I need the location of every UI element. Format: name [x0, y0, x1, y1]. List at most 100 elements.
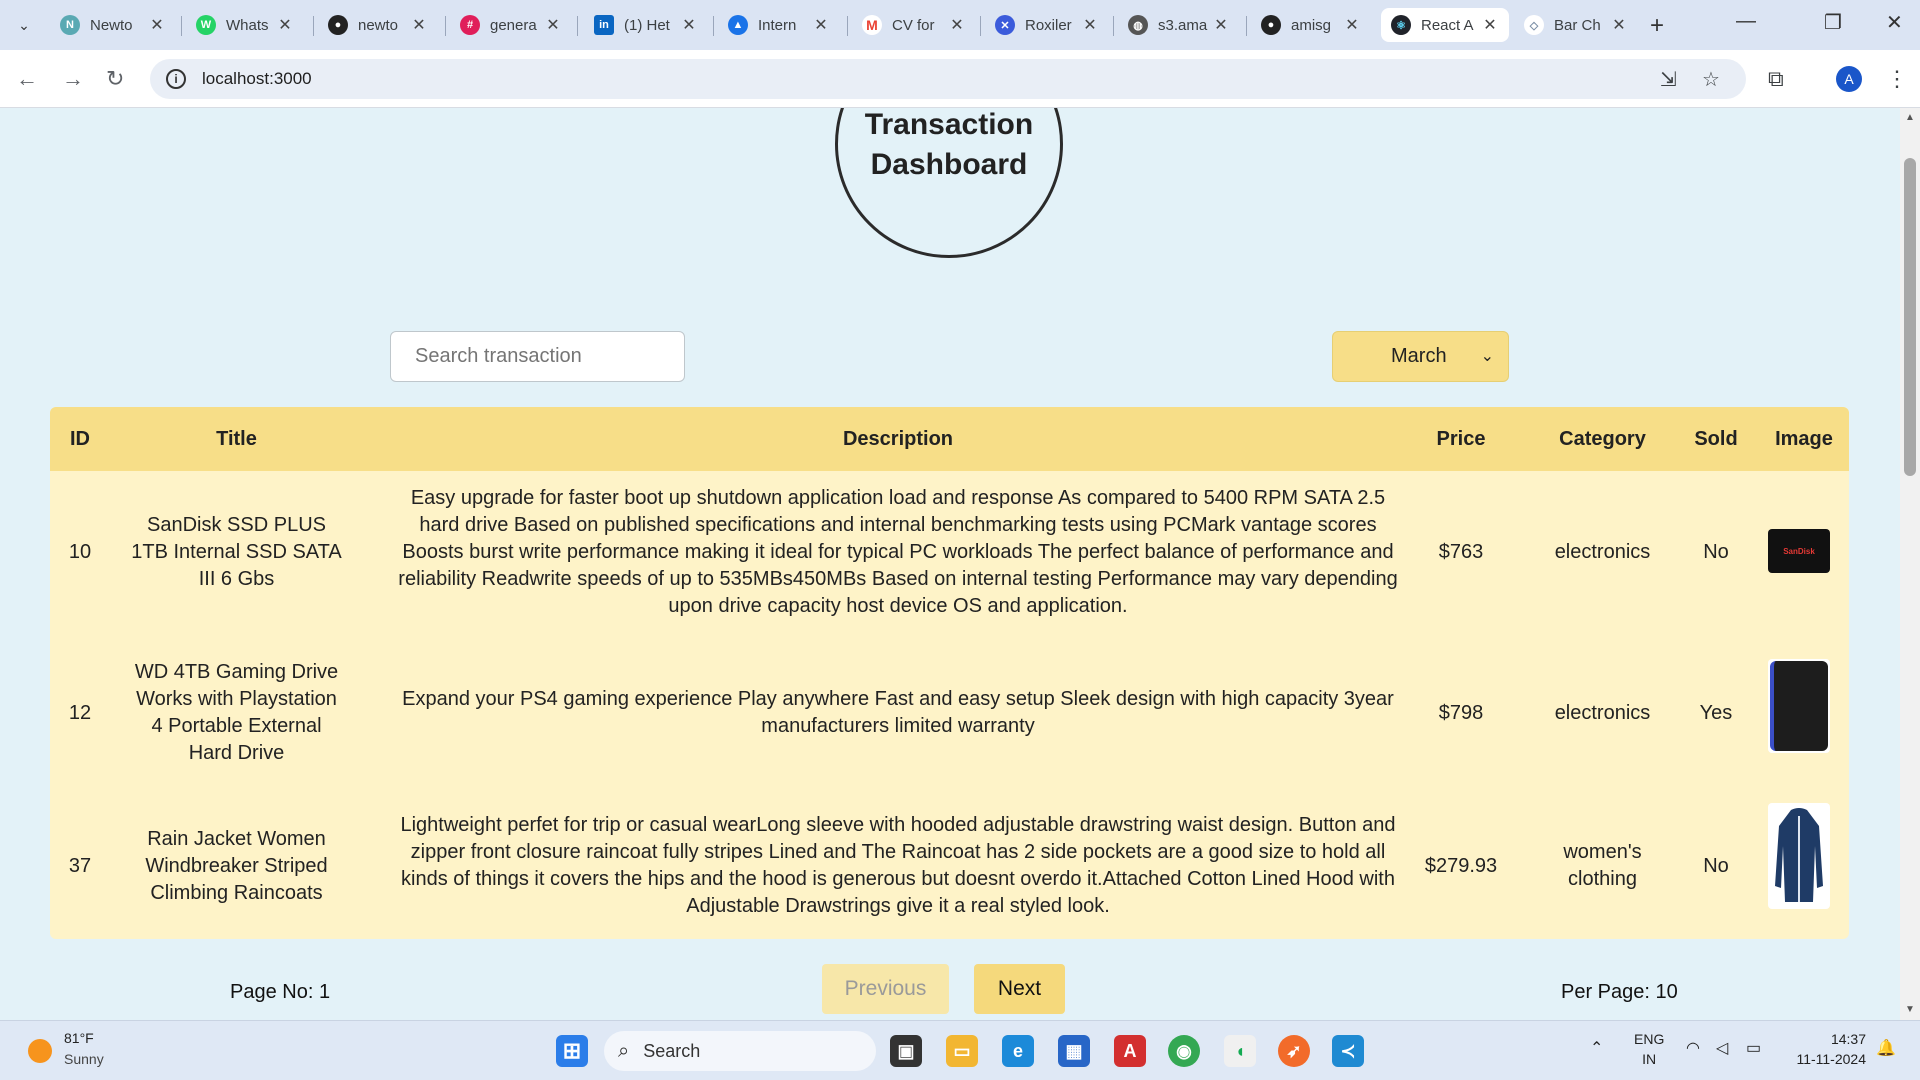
column-header-category: Category: [1559, 427, 1646, 450]
taskbar-search[interactable]: ⌕ Search: [604, 1031, 876, 1071]
clock-date: 11-11-2024: [1796, 1051, 1866, 1067]
restore-icon[interactable]: ❐: [1824, 10, 1842, 35]
close-tab-icon[interactable]: ✕: [148, 15, 166, 35]
browser-tab[interactable]: in (1) Het ✕: [584, 8, 708, 42]
cell-title: Rain Jacket Women Windbreaker Striped Cl…: [145, 827, 328, 904]
notification-bell-icon[interactable]: 🔔: [1876, 1039, 1896, 1059]
browser-tab[interactable]: N Newto ✕: [50, 8, 176, 42]
browser-tab[interactable]: ▲ Intern ✕: [718, 8, 840, 42]
month-select[interactable]: March ⌄: [1332, 331, 1509, 382]
tab-title: genera: [490, 16, 537, 34]
gmail-icon: M: [862, 15, 882, 35]
bookmark-star-icon[interactable]: ☆: [1702, 67, 1720, 92]
search-input[interactable]: [390, 331, 685, 382]
clock[interactable]: 14:37 11-11-2024: [1786, 1029, 1866, 1069]
store-icon[interactable]: ▦: [1058, 1035, 1090, 1067]
scrollbar-thumb[interactable]: [1904, 158, 1916, 476]
close-tab-icon[interactable]: ✕: [948, 15, 966, 35]
close-tab-icon[interactable]: ✕: [812, 15, 830, 35]
tab-title: (1) Het: [624, 16, 670, 34]
windows-taskbar: 81°F Sunny ⊞ ⌕ Search ▣ ▭ e ▦ A ◉ ◖ ➶ ≺ …: [0, 1020, 1920, 1080]
windows-start-icon[interactable]: ⊞: [556, 1035, 588, 1067]
cell-description: Lightweight perfet for trip or casual we…: [400, 814, 1396, 917]
browser-menu-icon[interactable]: ⋮: [1886, 66, 1908, 92]
product-image-ssd: SanDisk: [1768, 529, 1830, 573]
close-tab-icon[interactable]: ✕: [1481, 15, 1499, 35]
close-window-icon[interactable]: ✕: [1886, 10, 1903, 35]
close-tab-icon[interactable]: ✕: [680, 15, 698, 35]
language-indicator[interactable]: ENG IN: [1634, 1029, 1664, 1069]
browser-tab[interactable]: M CV for ✕: [852, 8, 976, 42]
close-tab-icon[interactable]: ✕: [1610, 15, 1628, 35]
close-tab-icon[interactable]: ✕: [1081, 15, 1099, 35]
table-row: 37 Rain Jacket Women Windbreaker Striped…: [50, 793, 1849, 939]
cell-description: Expand your PS4 gaming experience Play a…: [402, 688, 1394, 737]
volume-icon[interactable]: ◁: [1716, 1039, 1728, 1059]
mongodb-icon[interactable]: ◖: [1224, 1035, 1256, 1067]
url-field[interactable]: i localhost:3000 ⇲ ☆: [150, 59, 1746, 99]
browser-tab[interactable]: ◇ Bar Ch ✕: [1514, 8, 1638, 42]
cell-category: electronics: [1554, 701, 1651, 724]
scroll-up-icon[interactable]: ▲: [1905, 112, 1915, 123]
browser-tab[interactable]: ● amisg ✕: [1251, 8, 1371, 42]
column-header-image: Image: [1775, 427, 1833, 450]
tab-title: React A: [1421, 16, 1474, 34]
wifi-icon[interactable]: ◠: [1686, 1039, 1700, 1059]
language-code: ENG: [1634, 1031, 1665, 1047]
profile-avatar[interactable]: A: [1836, 66, 1862, 92]
tab-title: Newto: [90, 16, 133, 34]
browser-tab-active[interactable]: ⚛ React A ✕: [1381, 8, 1509, 42]
browser-tab[interactable]: # genera ✕: [450, 8, 572, 42]
cell-id: 10: [68, 540, 92, 563]
tab-title: Roxiler: [1025, 16, 1072, 34]
chrome-icon[interactable]: ◉: [1168, 1035, 1200, 1067]
minimize-icon[interactable]: —: [1736, 10, 1756, 33]
reload-icon[interactable]: ↻: [106, 66, 124, 92]
browser-tab[interactable]: W Whats ✕: [186, 8, 304, 42]
search-icon: ⌕: [618, 1039, 630, 1062]
scroll-down-icon[interactable]: ▼: [1905, 1004, 1915, 1015]
close-tab-icon[interactable]: ✕: [410, 15, 428, 35]
close-tab-icon[interactable]: ✕: [1212, 15, 1230, 35]
show-hidden-icons-icon[interactable]: ⌃: [1590, 1039, 1603, 1059]
postman-icon[interactable]: ➶: [1278, 1035, 1310, 1067]
column-header-id: ID: [70, 427, 90, 450]
edge-icon[interactable]: e: [1002, 1035, 1034, 1067]
column-header-description: Description: [842, 427, 954, 450]
tab-search-chevron-icon[interactable]: ⌄: [10, 11, 38, 39]
task-view-icon[interactable]: ▣: [890, 1035, 922, 1067]
forward-icon[interactable]: →: [62, 66, 84, 92]
title-circle: Transaction Dashboard: [835, 108, 1063, 258]
vscode-icon[interactable]: ≺: [1332, 1035, 1364, 1067]
close-tab-icon[interactable]: ✕: [544, 15, 562, 35]
battery-icon[interactable]: ▭: [1746, 1039, 1761, 1059]
previous-button[interactable]: Previous: [822, 964, 949, 1014]
weather-temperature: 81°F: [64, 1030, 94, 1046]
back-icon[interactable]: ←: [16, 66, 38, 92]
month-selected-value: March: [1391, 345, 1447, 367]
tab-title: CV for: [892, 16, 935, 34]
browser-tab[interactable]: ● newto ✕: [318, 8, 438, 42]
close-tab-icon[interactable]: ✕: [276, 15, 294, 35]
react-icon: ⚛: [1391, 15, 1411, 35]
close-tab-icon[interactable]: ✕: [1343, 15, 1361, 35]
tab-title: newto: [358, 16, 399, 34]
browser-tab[interactable]: ✕ Roxiler ✕: [985, 8, 1109, 42]
url-text: localhost:3000: [202, 69, 312, 88]
new-tab-icon[interactable]: +: [1650, 12, 1664, 40]
clock-time: 14:37: [1830, 1031, 1866, 1047]
page-number-label: Page No: 1: [230, 981, 331, 1003]
region-code: IN: [1642, 1051, 1657, 1067]
page-scrollbar[interactable]: ▲ ▼: [1900, 108, 1920, 1020]
next-button[interactable]: Next: [974, 964, 1065, 1014]
per-page-label: Per Page: 10: [1561, 981, 1678, 1003]
sun-icon[interactable]: [28, 1039, 52, 1063]
file-explorer-icon[interactable]: ▭: [946, 1035, 978, 1067]
extensions-icon[interactable]: ⧉: [1768, 66, 1784, 92]
install-app-icon[interactable]: ⇲: [1660, 67, 1677, 92]
acrobat-icon[interactable]: A: [1114, 1035, 1146, 1067]
cell-description: Easy upgrade for faster boot up shutdown…: [398, 486, 1398, 617]
site-info-icon[interactable]: i: [166, 69, 186, 89]
browser-tab[interactable]: ◍ s3.ama ✕: [1118, 8, 1240, 42]
cell-category: women's clothing: [1563, 841, 1642, 890]
